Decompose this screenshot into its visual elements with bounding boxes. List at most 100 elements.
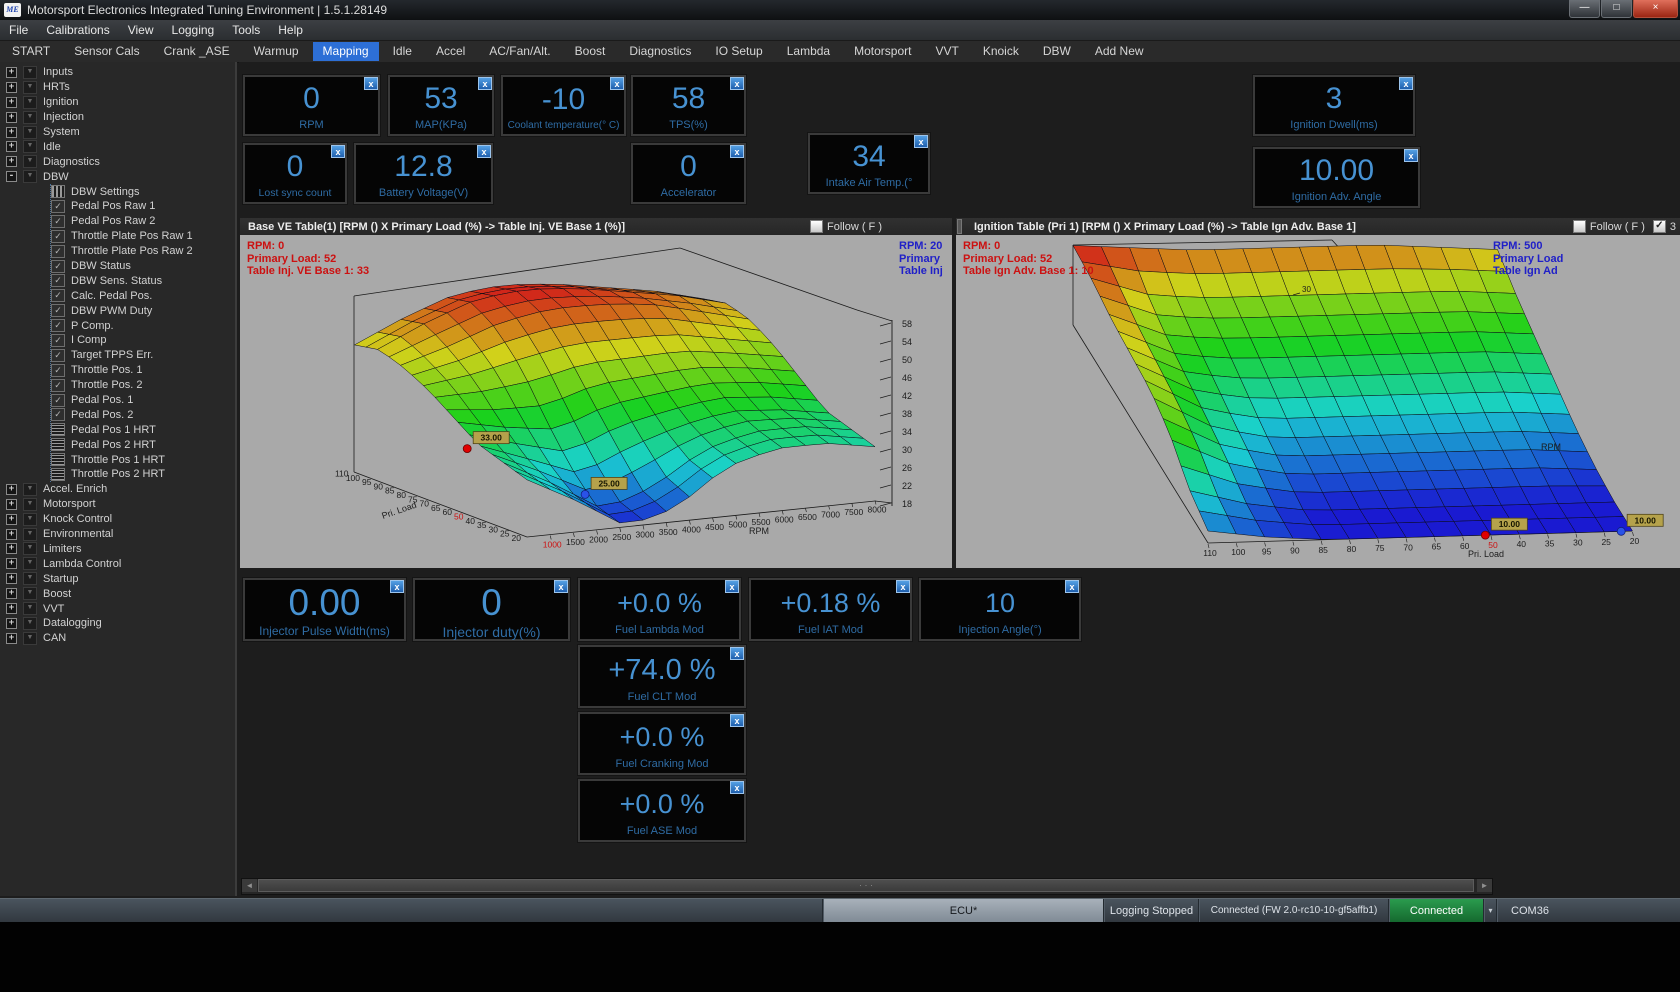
expand-icon[interactable]: + bbox=[6, 112, 17, 123]
gauge-duty[interactable]: 0Injector duty(%)x bbox=[413, 578, 570, 641]
tab-ac-fan-alt[interactable]: AC/Fan/Alt. bbox=[479, 42, 560, 61]
sidebar-item-throttle-pos-2-hrt[interactable]: Throttle Pos 2 HRT bbox=[11, 467, 235, 482]
tab-mapping[interactable]: Mapping bbox=[313, 42, 379, 61]
close-icon[interactable]: x bbox=[730, 714, 744, 727]
chevron-down-icon[interactable]: ▾ bbox=[1483, 899, 1497, 923]
sidebar-item-idle[interactable]: +▼Idle bbox=[0, 139, 235, 154]
tab-sensor-cals[interactable]: Sensor Cals bbox=[64, 42, 149, 61]
maximize-button[interactable]: □ bbox=[1601, 0, 1632, 18]
expand-icon[interactable]: + bbox=[6, 573, 17, 584]
expand-icon[interactable]: + bbox=[6, 633, 17, 644]
sidebar-item-dbw-sens-status[interactable]: ✓DBW Sens. Status bbox=[11, 273, 235, 288]
gauge-map[interactable]: 53MAP(KPa)x bbox=[388, 75, 494, 136]
expand-icon[interactable]: + bbox=[6, 156, 17, 167]
gauge-clt[interactable]: -10Coolant temperature(° C)x bbox=[501, 75, 626, 136]
gauge-iat[interactable]: 34Intake Air Temp.(°x bbox=[808, 133, 930, 194]
close-icon[interactable]: x bbox=[554, 580, 568, 593]
close-icon[interactable]: x bbox=[730, 781, 744, 794]
gauge-accel[interactable]: 0Acceleratorx bbox=[631, 143, 746, 204]
expand-icon[interactable]: + bbox=[6, 514, 17, 525]
expand-icon[interactable]: + bbox=[6, 141, 17, 152]
status-com-port[interactable]: COM36 bbox=[1496, 899, 1563, 923]
expand-icon[interactable]: + bbox=[6, 543, 17, 554]
gauge-lambdamod[interactable]: +0.0 %Fuel Lambda Modx bbox=[578, 578, 741, 641]
sidebar-item-dbw[interactable]: -▼DBW bbox=[0, 169, 235, 184]
sidebar-item-diagnostics[interactable]: +▼Diagnostics bbox=[0, 154, 235, 169]
expand-icon[interactable]: + bbox=[6, 529, 17, 540]
sidebar-item-system[interactable]: +▼System bbox=[0, 125, 235, 140]
sidebar-item-startup[interactable]: +▼Startup bbox=[0, 571, 235, 586]
scroll-left-button[interactable]: ◄ bbox=[242, 879, 257, 892]
menu-item-tools[interactable]: Tools bbox=[223, 20, 269, 40]
gauge-crankmod[interactable]: +0.0 %Fuel Cranking Modx bbox=[578, 712, 746, 775]
expand-icon[interactable]: + bbox=[6, 127, 17, 138]
gauge-cltmod[interactable]: +74.0 %Fuel CLT Modx bbox=[578, 645, 746, 708]
expand-icon[interactable]: + bbox=[6, 97, 17, 108]
close-icon[interactable]: x bbox=[1399, 77, 1413, 90]
gauge-asemod[interactable]: +0.0 %Fuel ASE Modx bbox=[578, 779, 746, 842]
close-icon[interactable]: x bbox=[331, 145, 345, 158]
sidebar-item-boost[interactable]: +▼Boost bbox=[0, 586, 235, 601]
close-icon[interactable]: x bbox=[364, 77, 378, 90]
gauge-lost[interactable]: 0Lost sync countx bbox=[243, 143, 347, 204]
gauge-dwell[interactable]: 3Ignition Dwell(ms)x bbox=[1253, 75, 1415, 136]
expand-icon[interactable]: + bbox=[6, 618, 17, 629]
sidebar-item-injection[interactable]: +▼Injection bbox=[0, 110, 235, 125]
tab-io-setup[interactable]: IO Setup bbox=[705, 42, 772, 61]
follow-checkbox[interactable] bbox=[1573, 220, 1586, 233]
sidebar-item-pedal-pos-1-hrt[interactable]: Pedal Pos 1 HRT bbox=[11, 422, 235, 437]
sidebar-item-inputs[interactable]: +▼Inputs bbox=[0, 65, 235, 80]
view-3d-checkbox[interactable]: ✓ bbox=[1653, 220, 1666, 233]
close-icon[interactable]: x bbox=[914, 135, 928, 148]
sidebar-item-dbw-pwm-duty[interactable]: ✓DBW PWM Duty bbox=[11, 303, 235, 318]
tab-diagnostics[interactable]: Diagnostics bbox=[619, 42, 701, 61]
sidebar-item-pedal-pos-2-hrt[interactable]: Pedal Pos 2 HRT bbox=[11, 437, 235, 452]
close-icon[interactable]: x bbox=[896, 580, 910, 593]
sidebar-item-pedal-pos-raw-2[interactable]: ✓Pedal Pos Raw 2 bbox=[11, 214, 235, 229]
sidebar-item-accel-enrich[interactable]: +▼Accel. Enrich bbox=[0, 482, 235, 497]
sidebar-item-vvt[interactable]: +▼VVT bbox=[0, 601, 235, 616]
close-icon[interactable]: x bbox=[730, 647, 744, 660]
gauge-batt[interactable]: 12.8Battery Voltage(V)x bbox=[354, 143, 493, 204]
close-icon[interactable]: x bbox=[1404, 149, 1418, 162]
menu-item-logging[interactable]: Logging bbox=[163, 20, 224, 40]
close-icon[interactable]: x bbox=[610, 77, 624, 90]
sidebar-item-pedal-pos-raw-1[interactable]: ✓Pedal Pos Raw 1 bbox=[11, 199, 235, 214]
expand-icon[interactable]: + bbox=[6, 67, 17, 78]
tab-crank-ase[interactable]: Crank _ASE bbox=[154, 42, 240, 61]
menu-item-view[interactable]: View bbox=[119, 20, 163, 40]
sidebar-item-limiters[interactable]: +▼Limiters bbox=[0, 542, 235, 557]
sidebar-item-datalogging[interactable]: +▼Datalogging bbox=[0, 616, 235, 631]
tab-warmup[interactable]: Warmup bbox=[244, 42, 309, 61]
sidebar-item-dbw-settings[interactable]: DBW Settings bbox=[11, 184, 235, 199]
horizontal-scrollbar[interactable]: ◄ · · · ► bbox=[241, 878, 1493, 895]
close-icon[interactable]: x bbox=[725, 580, 739, 593]
tab-add-new[interactable]: Add New bbox=[1085, 42, 1154, 61]
sidebar-item-target-tpps-err[interactable]: ✓Target TPPS Err. bbox=[11, 348, 235, 363]
tab-lambda[interactable]: Lambda bbox=[777, 42, 840, 61]
sidebar-item-calc-pedal-pos[interactable]: ✓Calc. Pedal Pos. bbox=[11, 288, 235, 303]
ve-table-chart[interactable]: 5854504642383430262218100015002000250030… bbox=[240, 235, 952, 568]
expand-icon[interactable]: + bbox=[6, 588, 17, 599]
sidebar-item-ignition[interactable]: +▼Ignition bbox=[0, 95, 235, 110]
gauge-rpm[interactable]: 0RPMx bbox=[243, 75, 380, 136]
menu-item-help[interactable]: Help bbox=[269, 20, 312, 40]
close-icon[interactable]: x bbox=[730, 77, 744, 90]
menu-item-file[interactable]: File bbox=[0, 20, 37, 40]
menu-item-calibrations[interactable]: Calibrations bbox=[37, 20, 118, 40]
gauge-injang[interactable]: 10Injection Angle(°)x bbox=[919, 578, 1081, 641]
panel-splitter-grip[interactable] bbox=[957, 219, 962, 234]
sidebar-item-can[interactable]: +▼CAN bbox=[0, 631, 235, 646]
sidebar-item-throttle-pos-1-hrt[interactable]: Throttle Pos 1 HRT bbox=[11, 452, 235, 467]
sidebar-item-hrts[interactable]: +▼HRTs bbox=[0, 80, 235, 95]
collapse-icon[interactable]: - bbox=[6, 171, 17, 182]
sidebar-item-i-comp[interactable]: ✓I Comp bbox=[11, 333, 235, 348]
gauge-iatmod[interactable]: +0.18 %Fuel IAT Modx bbox=[749, 578, 912, 641]
sidebar-item-p-comp[interactable]: ✓P Comp. bbox=[11, 318, 235, 333]
tab-idle[interactable]: Idle bbox=[383, 42, 422, 61]
expand-icon[interactable]: + bbox=[6, 82, 17, 93]
tab-start[interactable]: START bbox=[2, 42, 60, 61]
tab-boost[interactable]: Boost bbox=[565, 42, 616, 61]
follow-checkbox[interactable] bbox=[810, 220, 823, 233]
expand-icon[interactable]: + bbox=[6, 499, 17, 510]
